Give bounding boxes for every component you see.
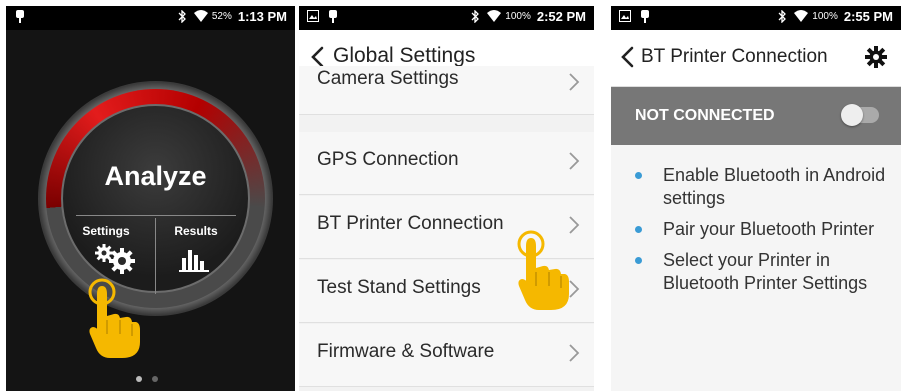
instructions-list: Enable Bluetooth in Android settings Pai… bbox=[631, 164, 891, 303]
instruction-text: Enable Bluetooth in Android settings bbox=[663, 165, 886, 208]
bt-printer-screen: 100% 2:55 PM BT Printer Connection NOT C… bbox=[611, 6, 901, 391]
bluetooth-icon bbox=[469, 8, 481, 24]
wifi-icon bbox=[193, 9, 208, 24]
analyze-button[interactable]: Analyze bbox=[61, 161, 250, 192]
tap-hand-icon bbox=[517, 230, 569, 310]
battery-level: 52% bbox=[211, 11, 232, 22]
bluetooth-icon bbox=[176, 8, 188, 24]
clock: 1:13 PM bbox=[237, 9, 287, 24]
status-bar: 100% 2:55 PM bbox=[611, 6, 901, 30]
results-button-label[interactable]: Results bbox=[166, 224, 226, 238]
tap-hand-icon bbox=[88, 278, 140, 358]
clock: 2:55 PM bbox=[843, 9, 893, 24]
page-title: Global Settings bbox=[333, 44, 476, 67]
instruction-item: Select your Printer in Bluetooth Printer… bbox=[631, 249, 891, 295]
menu-item-label: Test Stand Settings bbox=[317, 277, 481, 298]
clock: 2:52 PM bbox=[536, 9, 586, 24]
global-settings-screen: 100% 2:52 PM Global Settings Camera Sett… bbox=[299, 6, 594, 391]
status-bar: 100% 2:52 PM bbox=[299, 6, 594, 30]
connection-status-text: NOT CONNECTED bbox=[635, 107, 775, 124]
instruction-text: Select your Printer in Bluetooth Printer… bbox=[663, 250, 868, 293]
image-icon bbox=[619, 10, 631, 24]
toggle-knob bbox=[841, 104, 863, 126]
chevron-right-icon bbox=[569, 344, 580, 362]
notification-icon bbox=[14, 10, 26, 24]
menu-item-label: GPS Connection bbox=[317, 149, 459, 170]
page-dot bbox=[136, 376, 142, 382]
settings-gears-icon[interactable] bbox=[92, 242, 138, 274]
app-bar: BT Printer Connection bbox=[611, 30, 901, 87]
instruction-text: Pair your Bluetooth Printer bbox=[663, 219, 875, 239]
bullet-icon bbox=[635, 257, 642, 264]
back-arrow-icon[interactable] bbox=[619, 46, 639, 68]
dial-divider-vertical bbox=[155, 218, 156, 294]
results-bar-chart-icon[interactable] bbox=[177, 246, 213, 274]
image-icon bbox=[307, 10, 319, 24]
battery-level: 100% bbox=[812, 11, 838, 22]
menu-item-label: Firmware & Software bbox=[317, 341, 495, 362]
battery-level: 100% bbox=[505, 11, 531, 22]
page-dot bbox=[152, 376, 158, 382]
home-screen: 52% 1:13 PM Analyze Settings Results bbox=[6, 6, 295, 391]
menu-item-firmware-software[interactable]: Firmware & Software bbox=[299, 324, 594, 387]
menu-item-label: BT Printer Connection bbox=[317, 213, 504, 234]
wifi-icon bbox=[487, 9, 502, 24]
bullet-icon bbox=[635, 172, 642, 179]
chevron-right-icon bbox=[569, 73, 580, 91]
menu-item-label: Camera Settings bbox=[317, 68, 459, 89]
notification-icon bbox=[639, 10, 651, 24]
instruction-item: Pair your Bluetooth Printer bbox=[631, 218, 891, 241]
bullet-icon bbox=[635, 226, 642, 233]
back-arrow-icon[interactable] bbox=[309, 46, 329, 68]
page-title: BT Printer Connection bbox=[641, 46, 828, 67]
chevron-right-icon bbox=[569, 152, 580, 170]
instruction-item: Enable Bluetooth in Android settings bbox=[631, 164, 891, 210]
menu-item-gps-connection[interactable]: GPS Connection bbox=[299, 132, 594, 195]
bluetooth-icon bbox=[776, 8, 788, 24]
bluetooth-toggle[interactable] bbox=[841, 104, 879, 126]
page-indicator bbox=[136, 376, 158, 382]
menu-item-camera-settings[interactable]: Camera Settings bbox=[299, 66, 594, 115]
wifi-icon bbox=[794, 9, 809, 24]
connection-status-bar: NOT CONNECTED bbox=[611, 87, 901, 145]
dial-divider bbox=[76, 215, 236, 216]
settings-button-label[interactable]: Settings bbox=[76, 224, 136, 238]
gear-icon[interactable] bbox=[865, 46, 887, 68]
status-bar: 52% 1:13 PM bbox=[6, 6, 295, 30]
notification-icon bbox=[327, 10, 339, 24]
